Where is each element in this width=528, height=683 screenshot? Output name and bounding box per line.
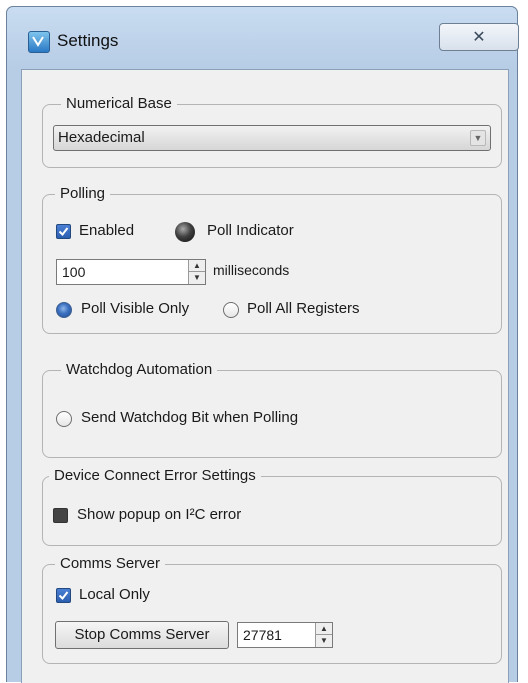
watchdog-legend: Watchdog Automation (61, 360, 218, 380)
poll-interval-stepper: ▲ ▼ (188, 260, 205, 284)
settings-panel: Numerical Base Hexadecimal ▼ Polling Ena… (21, 69, 509, 683)
device-error-legend: Device Connect Error Settings (49, 466, 261, 486)
polling-enabled-label[interactable]: Enabled (79, 222, 134, 239)
polling-group: Polling Enabled Poll Indicator 100 ▲ ▼ m… (42, 184, 502, 334)
poll-interval-spinbox[interactable]: 100 ▲ ▼ (56, 259, 206, 285)
local-only-label[interactable]: Local Only (79, 586, 150, 603)
poll-indicator-label: Poll Indicator (207, 222, 294, 239)
stop-comms-server-button[interactable]: Stop Comms Server (55, 621, 229, 649)
poll-interval-value: 100 (62, 264, 86, 280)
checkmark-icon (58, 227, 69, 237)
spin-down-icon[interactable]: ▼ (316, 635, 332, 647)
poll-all-registers-radio[interactable] (223, 302, 239, 318)
device-error-group: Device Connect Error Settings Show popup… (42, 466, 502, 546)
polling-legend: Polling (55, 184, 111, 204)
comms-port-value: 27781 (243, 627, 282, 643)
poll-all-registers-label[interactable]: Poll All Registers (247, 300, 360, 317)
settings-window: Settings ✕ Numerical Base Hexadecimal ▼ … (6, 6, 519, 683)
numerical-base-value: Hexadecimal (58, 129, 145, 146)
polling-enabled-checkbox[interactable] (56, 224, 71, 239)
poll-visible-only-label[interactable]: Poll Visible Only (81, 300, 189, 317)
chevron-down-icon: ▼ (470, 130, 486, 146)
window-title: Settings (57, 31, 119, 50)
send-watchdog-bit-label[interactable]: Send Watchdog Bit when Polling (81, 409, 298, 426)
spin-up-icon[interactable]: ▲ (189, 260, 205, 272)
poll-visible-only-radio[interactable] (56, 302, 72, 318)
show-popup-checkbox[interactable] (53, 508, 68, 523)
numerical-base-group: Numerical Base Hexadecimal ▼ (42, 94, 502, 168)
numerical-base-dropdown[interactable]: Hexadecimal ▼ (53, 125, 491, 151)
close-icon: ✕ (472, 29, 486, 46)
comms-port-stepper: ▲ ▼ (315, 623, 332, 647)
checkmark-icon (58, 591, 69, 601)
poll-interval-unit: milliseconds (213, 262, 290, 278)
comms-port-spinbox[interactable]: 27781 ▲ ▼ (237, 622, 333, 648)
spin-up-icon[interactable]: ▲ (316, 623, 332, 635)
watchdog-group: Watchdog Automation Send Watchdog Bit wh… (42, 360, 502, 458)
send-watchdog-bit-radio[interactable] (56, 411, 72, 427)
local-only-checkbox[interactable] (56, 588, 71, 603)
close-button[interactable]: ✕ (439, 23, 519, 51)
spin-down-icon[interactable]: ▼ (189, 272, 205, 284)
title-bar[interactable]: Settings ✕ (7, 7, 519, 73)
show-popup-label[interactable]: Show popup on I²C error (77, 506, 241, 523)
poll-indicator-light (175, 222, 195, 242)
comms-server-group: Comms Server Local Only Stop Comms Serve… (42, 554, 502, 664)
comms-server-legend: Comms Server (55, 554, 166, 574)
app-logo-icon (28, 31, 50, 53)
numerical-base-legend: Numerical Base (61, 94, 177, 114)
